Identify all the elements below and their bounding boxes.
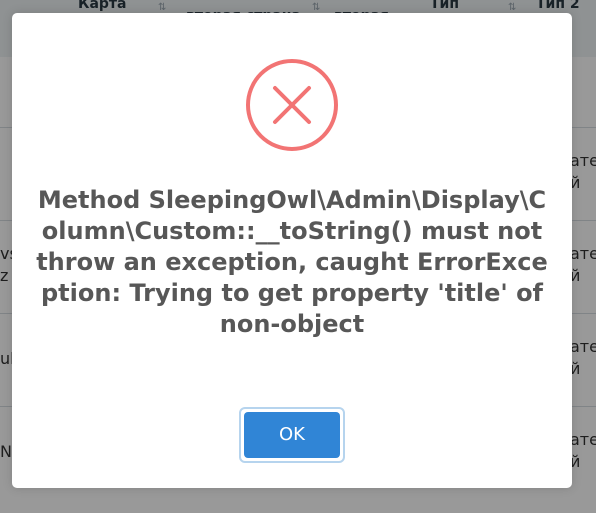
error-dialog: Method SleepingOwl\Admin\Display\Column\… [12,13,572,488]
ok-button-focus-ring: OK [239,407,345,463]
error-x-circle-icon [246,59,338,151]
error-message: Method SleepingOwl\Admin\Display\Column\… [36,186,548,338]
app-screen: Карта ⇅ вторая страна ⇅ вторая Тип ⇅ Тип… [0,0,596,513]
ok-button[interactable]: OK [244,412,340,458]
